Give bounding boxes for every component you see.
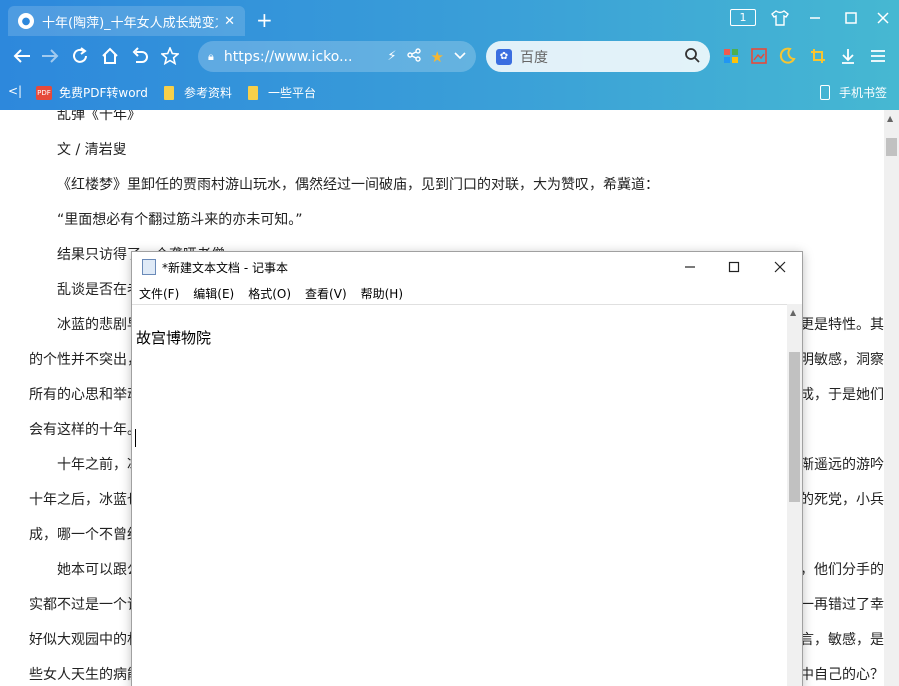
scroll-up-arrow-icon[interactable]: ▲ (887, 114, 893, 123)
browser-chrome: ● 十年(陶萍)_十年女人成长蜕变之 ✕ + 1 🔒︎ https://www.… (0, 0, 899, 110)
night-mode-moon-icon[interactable] (777, 46, 797, 66)
site-favicon-icon: ● (18, 13, 34, 29)
menu-format[interactable]: 格式(O) (248, 285, 291, 302)
home-icon[interactable] (98, 44, 122, 68)
article-line: 实都不过是一个该 (29, 597, 141, 613)
menu-help[interactable]: 帮助(H) (361, 285, 403, 302)
bookmark-label: 一些平台 (268, 86, 317, 100)
notepad-maximize-icon[interactable] (714, 256, 754, 278)
menu-view[interactable]: 查看(V) (305, 285, 347, 302)
notepad-scrollbar-thumb[interactable] (789, 352, 800, 502)
article-author: 文 / 清岩叟 (57, 142, 127, 158)
mobile-bookmarks-label: 手机书签 (839, 86, 888, 100)
forward-arrow-icon[interactable] (38, 44, 62, 68)
url-text: https://www.icko... (223, 48, 353, 65)
notepad-icon (142, 259, 156, 275)
article-line: 会有这样的十年。 (29, 422, 141, 438)
menu-edit[interactable]: 编辑(E) (193, 285, 234, 302)
article-line: 《红楼梦》里卸任的贾雨村游山玩水，偶然经过一间破庙，见到门口的对联，大为赞叹，希… (57, 177, 659, 193)
article-line: 十年之前，冰 (57, 457, 141, 473)
article-line: 好似大观园中的林 (29, 632, 141, 648)
minimize-icon[interactable] (800, 6, 830, 30)
article-line: 成，哪一个不曾经 (29, 527, 141, 543)
crop-screenshot-icon[interactable] (808, 46, 828, 66)
phone-icon (820, 85, 830, 100)
notepad-close-icon[interactable] (760, 256, 800, 278)
search-input[interactable]: 百度 (520, 47, 684, 67)
skin-shirt-icon[interactable] (768, 6, 792, 30)
maximize-icon[interactable] (836, 6, 866, 30)
article-line: 的个性并不突出， (29, 352, 141, 368)
notepad-window: *新建文本文档 - 记事本 文件(F) 编辑(E) 格式(O) 查看(V) 帮助… (131, 251, 803, 686)
bookmark-folder-platforms[interactable]: 一些平台 (248, 84, 316, 101)
article-line-right: ，他们分手的 (800, 562, 884, 578)
apps-grid-icon[interactable] (721, 46, 741, 66)
article-line: “里面想必有个翻过筋斗来的亦未可知。” (57, 212, 303, 228)
article-line: 些女人天生的病能 (29, 667, 141, 683)
share-icon[interactable] (406, 47, 421, 66)
search-box[interactable]: ✿ 百度 (486, 41, 710, 72)
undo-icon[interactable] (128, 44, 152, 68)
close-window-icon[interactable] (870, 6, 896, 30)
article-line: 乱谈是否在老 (57, 282, 141, 298)
browser-tab[interactable]: ● 十年(陶萍)_十年女人成长蜕变之 ✕ (8, 6, 245, 36)
article-line-right: 的死党，小兵 (800, 492, 884, 508)
pdf-icon: PDF (36, 85, 52, 100)
lightning-icon[interactable]: ⚡︎ (387, 49, 396, 64)
menu-file[interactable]: 文件(F) (139, 285, 179, 302)
article-line-right: 成，于是她们 (800, 387, 884, 403)
chevron-down-icon[interactable] (454, 49, 466, 64)
refresh-icon[interactable] (68, 44, 92, 68)
image-tool-icon[interactable] (749, 46, 769, 66)
bookmark-item-pdf[interactable]: PDF 免费PDF转word (36, 84, 148, 101)
article-heading: 乱弹《十年》 (57, 110, 141, 123)
notepad-content: 故宫博物院 (136, 329, 212, 347)
article-line-right: 明敏感，洞察 (800, 352, 884, 368)
page-scrollbar-thumb[interactable] (886, 138, 897, 156)
favorite-star-icon[interactable] (158, 44, 182, 68)
article-line-right: 更是特性。其 (800, 317, 884, 333)
bookmark-label: 免费PDF转word (59, 86, 148, 100)
menu-hamburger-icon[interactable] (868, 46, 888, 66)
window-count-badge[interactable]: 1 (730, 9, 756, 26)
new-tab-button[interactable]: + (256, 8, 273, 32)
mobile-bookmarks[interactable]: 手机书签 (820, 84, 887, 101)
lock-icon: 🔒︎ (208, 49, 214, 63)
article-line: 所有的心思和举动 (29, 387, 141, 403)
tab-close-icon[interactable]: ✕ (224, 14, 235, 29)
tab-title: 十年(陶萍)_十年女人成长蜕变之 (42, 15, 219, 31)
article-line: 十年之后，冰蓝也 (29, 492, 141, 508)
download-icon[interactable] (838, 46, 858, 66)
bookmarks-bar: <| PDF 免费PDF转word 参考资料 一些平台 手机书签 (0, 78, 899, 106)
bookmark-folder-reference[interactable]: 参考资料 (164, 84, 232, 101)
baidu-paw-icon: ✿ (496, 48, 512, 65)
notepad-scrollbar[interactable]: ▲ (787, 304, 802, 686)
notepad-title: *新建文本文档 - 记事本 (162, 260, 288, 275)
article-line: 冰蓝的悲剧早 (57, 317, 141, 333)
article-line-right: 中自己的心？ (800, 667, 884, 683)
notepad-scroll-up-icon[interactable]: ▲ (790, 308, 796, 317)
bookmark-label: 参考资料 (184, 86, 233, 100)
article-line-right: 言，敏感，是 (800, 632, 884, 648)
bookmark-star-icon[interactable]: ★ (431, 48, 444, 66)
page-scrollbar[interactable]: ▲ (884, 110, 899, 686)
article-line-right: 渐遥远的游吟 (800, 457, 884, 473)
notepad-minimize-icon[interactable] (670, 256, 710, 278)
address-bar[interactable]: 🔒︎ https://www.icko... ⚡︎ ★ (198, 41, 476, 72)
text-cursor (135, 429, 136, 447)
notepad-menubar: 文件(F) 编辑(E) 格式(O) 查看(V) 帮助(H) (132, 282, 802, 304)
notepad-text-area[interactable]: 故宫博物院 (132, 304, 787, 686)
article-line: 她本可以跟公 (57, 562, 141, 578)
bookmarks-collapse-button[interactable]: <| (8, 84, 22, 98)
folder-icon (248, 85, 258, 100)
folder-icon (164, 85, 174, 100)
search-icon[interactable] (684, 47, 700, 67)
article-line-right: 一再错过了幸 (800, 597, 884, 613)
back-arrow-icon[interactable] (10, 44, 34, 68)
